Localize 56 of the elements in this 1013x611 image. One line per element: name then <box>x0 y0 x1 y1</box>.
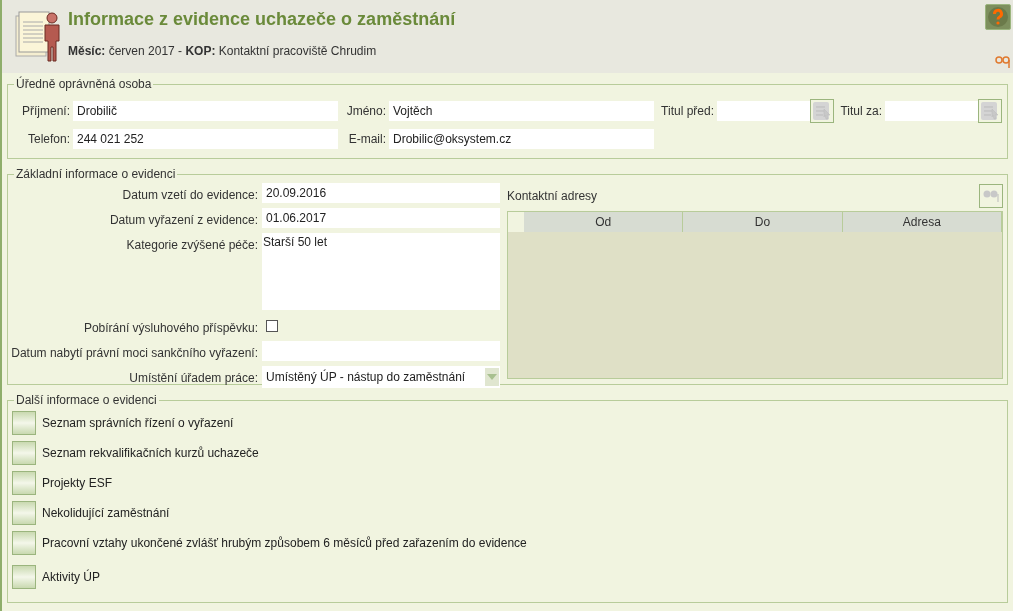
field-label: Kategorie zvýšené péče: <box>126 237 258 254</box>
open-list-button[interactable] <box>12 501 36 525</box>
field-label: Jméno: <box>345 103 386 120</box>
dropdown-arrow-icon <box>487 374 497 380</box>
checkbox[interactable] <box>266 320 278 332</box>
field-label: Datum vzetí do evidence: <box>122 187 258 204</box>
open-list-button[interactable] <box>12 441 36 465</box>
open-list-button[interactable] <box>12 531 36 555</box>
field-label: Datum nabytí právní moci sankčního vyřazení: <box>11 345 258 362</box>
input-field[interactable] <box>262 341 500 361</box>
input-field[interactable]: 20.09.2016 <box>262 183 500 203</box>
list-pointer-icon <box>980 101 1000 121</box>
section-legend: Další informace o evidenci <box>14 391 159 409</box>
list-link-label: Projekty ESF <box>42 475 113 492</box>
list-picker-button[interactable] <box>810 99 834 123</box>
field-label: Datum vyřazení z evidence: <box>109 212 258 229</box>
list-link-label: Seznam rekvalifikačních kurzů uchazeče <box>42 445 259 462</box>
glasses-icon[interactable] <box>995 56 1011 68</box>
list-pointer-icon <box>812 101 832 121</box>
open-list-button[interactable] <box>12 411 36 435</box>
input-field[interactable]: 244 021 252 <box>73 129 338 149</box>
field-label: Umístění úřadem práce: <box>129 370 258 387</box>
text-area[interactable]: Starší 50 let <box>262 233 500 310</box>
field-label: Titul před: <box>660 103 714 120</box>
section-legend: Úředně oprávněná osoba <box>14 75 154 93</box>
help-button[interactable] <box>985 4 1011 30</box>
input-field[interactable] <box>717 101 810 121</box>
input-field[interactable]: Drobilič <box>73 101 338 121</box>
list-link-label: Pracovní vztahy ukončené zvlášť hrubým způsobem 6 měsíců před zařazením do evidence <box>42 535 527 552</box>
open-list-button[interactable] <box>12 471 36 495</box>
table-corner-cell <box>508 212 524 232</box>
page-title: Informace z evidence uchazeče o zaměstnání <box>68 8 456 31</box>
input-field[interactable]: 01.06.2017 <box>262 208 500 228</box>
input-field[interactable]: Drobilic@oksystem.cz <box>389 129 654 149</box>
page-subtitle: Měsíc: červen 2017 - KOP: Kontaktní pracoviště Chrudim <box>68 43 378 60</box>
field-label: Telefon: <box>26 131 70 148</box>
column-header[interactable]: Do <box>683 212 843 232</box>
field-label: E-mail: <box>347 131 386 148</box>
help-icon <box>987 6 1009 28</box>
column-header[interactable]: Od <box>524 212 684 232</box>
list-link-label: Seznam správních řízení o vyřazení <box>42 415 234 432</box>
glasses-icon <box>982 189 1000 203</box>
open-list-button[interactable] <box>12 565 36 589</box>
input-field[interactable]: Vojtěch <box>389 101 654 121</box>
input-field[interactable] <box>885 101 978 121</box>
list-link-label: Aktivity ÚP <box>42 568 100 586</box>
section-legend: Základní informace o evidenci <box>14 165 178 183</box>
addresses-title: Kontaktní adresy <box>507 188 598 205</box>
view-button[interactable] <box>979 184 1003 208</box>
list-link-label: Nekolidující zaměstnání <box>42 505 170 522</box>
field-label: Titul za: <box>839 103 882 120</box>
dropdown-select[interactable]: Umístěný ÚP - nástup do zaměstnání <box>262 366 500 388</box>
list-picker-button[interactable] <box>978 99 1002 123</box>
column-header[interactable]: Adresa <box>842 212 1002 232</box>
field-label: Příjmení: <box>21 103 70 120</box>
field-label: Pobírání výsluhového příspěvku: <box>83 320 258 337</box>
